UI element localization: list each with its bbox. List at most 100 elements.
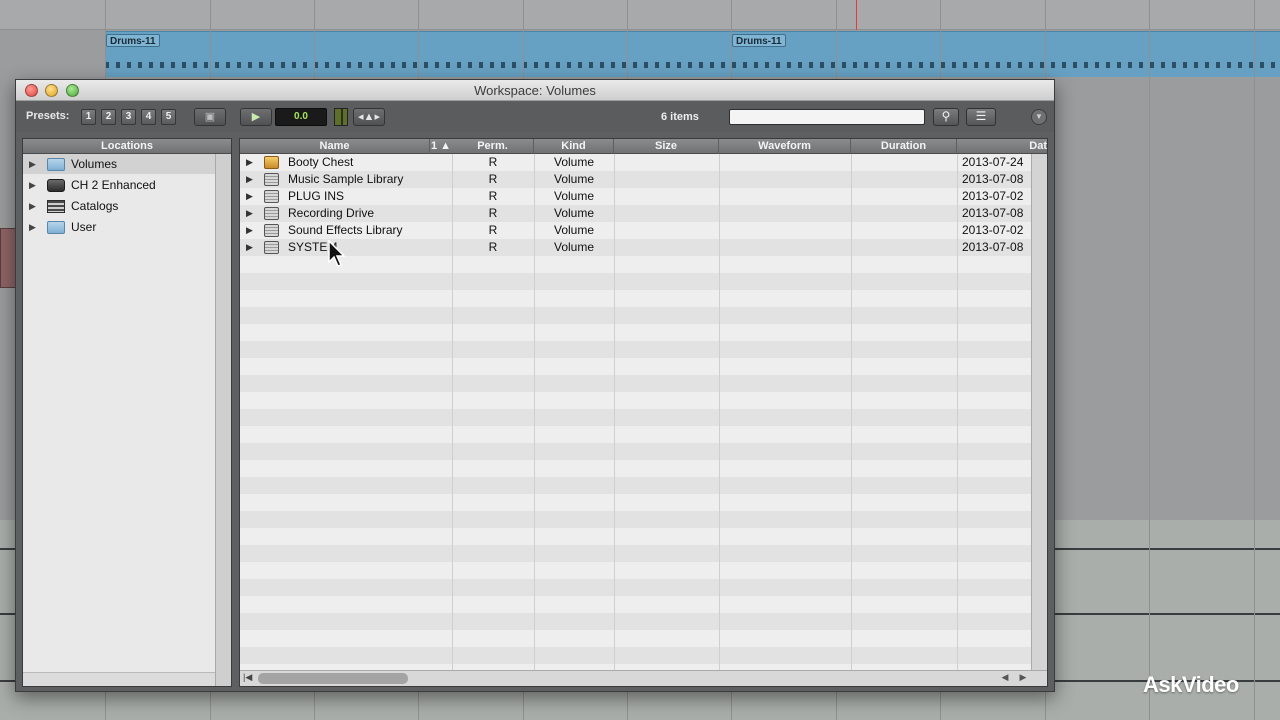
table-row[interactable]: ▶ SYSTEM R Volume 2013-07-08 (240, 239, 1032, 256)
list-menu-icon: ☰ (975, 109, 987, 123)
row-perm: R (488, 206, 498, 220)
list-vertical-scrollbar[interactable] (1031, 154, 1047, 671)
list-horizontal-scrollbar[interactable]: |◀ ◀ ▶ (240, 670, 1047, 686)
disclosure-triangle-icon[interactable]: ▶ (246, 239, 253, 256)
timeline-ruler[interactable] (0, 0, 1280, 30)
column-header-name[interactable]: Name (240, 139, 430, 154)
disclosure-triangle-icon[interactable]: ▶ (29, 175, 36, 195)
preset-2-button[interactable]: 2 (101, 109, 116, 125)
window-title: Workspace: Volumes (474, 83, 596, 98)
drive-icon (264, 190, 279, 203)
waveform-strip (105, 62, 1280, 68)
disclosure-triangle-icon[interactable]: ▶ (29, 154, 36, 174)
location-item-catalogs[interactable]: ▶ Catalogs (23, 196, 215, 216)
row-perm: R (488, 172, 498, 186)
row-perm: R (488, 240, 498, 254)
folder-icon (47, 221, 65, 234)
table-row[interactable]: ▶ Sound Effects Library R Volume 2013-07… (240, 222, 1032, 239)
disclosure-triangle-icon[interactable]: ▶ (246, 154, 253, 171)
row-kind: Volume (553, 223, 595, 237)
scroll-thumb[interactable] (258, 673, 408, 684)
audition-icon: ◂▲▸ (358, 111, 380, 123)
preset-5-button[interactable]: 5 (161, 109, 176, 125)
title-bar[interactable]: Workspace: Volumes (16, 80, 1054, 101)
playhead-marker[interactable] (856, 0, 857, 30)
preset-1-button[interactable]: 1 (81, 109, 96, 125)
column-header-perm[interactable]: Perm. (452, 139, 534, 154)
row-date: 2013-07-24 (962, 155, 1024, 169)
location-item-user[interactable]: ▶ User (23, 217, 215, 237)
row-date: 2013-07-08 (962, 240, 1024, 254)
row-perm: R (488, 189, 498, 203)
locations-footer (23, 672, 215, 686)
disclosure-triangle-icon[interactable]: ▶ (29, 196, 36, 216)
scroll-left-icon[interactable]: ◀ (998, 672, 1012, 683)
preset-3-button[interactable]: 3 (121, 109, 136, 125)
toolbar: Presets: 1 2 3 4 5 ▣ ▶ 0.0 ◂▲▸ 6 items ⚲… (16, 102, 1054, 132)
table-row[interactable]: ▶ Music Sample Library R Volume 2013-07-… (240, 171, 1032, 188)
search-input[interactable] (729, 109, 925, 125)
new-folder-button[interactable]: ▣ (194, 108, 226, 126)
scroll-right-icon[interactable]: ▶ (1016, 672, 1030, 683)
scroll-to-start-icon[interactable]: |◀ (243, 672, 252, 683)
mouse-cursor-icon (328, 240, 346, 267)
table-row[interactable]: ▶ Booty Chest R Volume 2013-07-24 (240, 154, 1032, 171)
locations-header: Locations (23, 139, 231, 154)
table-row[interactable]: ▶ PLUG INS R Volume 2013-07-02 (240, 188, 1032, 205)
disclosure-triangle-icon[interactable]: ▶ (246, 188, 253, 205)
search-icon: ⚲ (941, 109, 951, 123)
column-header-kind[interactable]: Kind (534, 139, 614, 154)
items-count: 6 items (661, 111, 699, 123)
column-header-sort-index[interactable]: 1 ▲ (430, 139, 452, 154)
audition-mode-button[interactable]: ◂▲▸ (353, 108, 385, 126)
disclosure-triangle-icon[interactable]: ▶ (246, 205, 253, 222)
row-date: 2013-07-02 (962, 223, 1024, 237)
folder-icon: ▣ (204, 111, 216, 123)
search-button[interactable]: ⚲ (933, 108, 959, 126)
preset-4-button[interactable]: 4 (141, 109, 156, 125)
disclosure-triangle-icon[interactable]: ▶ (246, 171, 253, 188)
folder-icon (47, 158, 65, 171)
clip-label[interactable]: Drums-11 (732, 34, 786, 47)
column-header-date[interactable]: Dat (957, 139, 1047, 154)
view-menu-button[interactable]: ☰ (966, 108, 996, 126)
location-item-volumes[interactable]: ▶ Volumes (23, 154, 215, 174)
row-kind: Volume (553, 240, 595, 254)
locations-scrollbar[interactable] (215, 154, 231, 686)
sort-ascending-icon: ▲ (440, 140, 452, 152)
preview-play-button[interactable]: ▶ (240, 108, 272, 126)
sort-index-label: 1 (430, 140, 438, 152)
hard-drive-icon (47, 179, 65, 192)
row-date: 2013-07-02 (962, 189, 1024, 203)
clip-label[interactable]: Drums-11 (106, 34, 160, 47)
row-name: Music Sample Library (288, 172, 404, 186)
preview-volume-readout[interactable]: 0.0 (275, 108, 327, 126)
track-meter (0, 228, 16, 288)
column-header-waveform[interactable]: Waveform (719, 139, 851, 154)
table-row[interactable]: ▶ Recording Drive R Volume 2013-07-08 (240, 205, 1032, 222)
column-header-row: Name 1 ▲ Perm. Kind Size Waveform Durati… (240, 139, 1047, 154)
drive-icon (264, 224, 279, 237)
location-item-ch2-enhanced[interactable]: ▶ CH 2 Enhanced (23, 175, 215, 195)
row-date: 2013-07-08 (962, 172, 1024, 186)
speaker-icon: ▶ (251, 111, 261, 123)
row-kind: Volume (553, 206, 595, 220)
column-header-size[interactable]: Size (614, 139, 719, 154)
drive-icon (264, 173, 279, 186)
row-kind: Volume (553, 172, 595, 186)
drums-track-lane[interactable]: Drums-11 Drums-11 (105, 31, 1280, 77)
row-kind: Volume (553, 155, 595, 169)
row-perm: R (488, 155, 498, 169)
drive-icon (264, 207, 279, 220)
disclosure-triangle-icon[interactable]: ▶ (29, 217, 36, 237)
options-dropdown-button[interactable]: ▼ (1031, 109, 1047, 125)
row-date: 2013-07-08 (962, 206, 1024, 220)
row-perm: R (488, 223, 498, 237)
disclosure-triangle-icon[interactable]: ▶ (246, 222, 253, 239)
locations-pane: Locations ▶ Volumes ▶ CH 2 Enhanced ▶ Ca… (22, 138, 232, 687)
catalog-icon (47, 200, 65, 213)
location-label: User (71, 220, 97, 234)
location-label: CH 2 Enhanced (71, 178, 156, 192)
column-header-duration[interactable]: Duration (851, 139, 957, 154)
workspace-window: Workspace: Volumes Presets: 1 2 3 4 5 ▣ … (15, 79, 1055, 692)
